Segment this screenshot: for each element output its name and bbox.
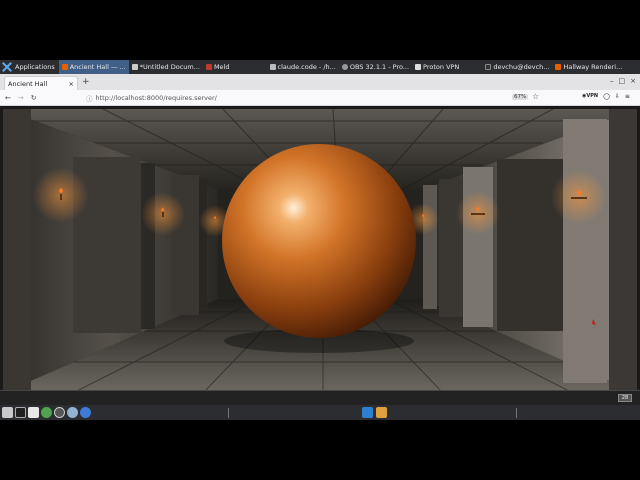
zoom-level-badge[interactable]: 67% — [512, 94, 529, 100]
obs-icon — [341, 64, 348, 70]
task-button-proton-vpn[interactable]: Proton VPN — [412, 60, 462, 74]
close-window-button[interactable]: × — [630, 77, 636, 85]
page-viewport: 28 — [0, 106, 640, 405]
task-label: Proton VPN — [423, 63, 460, 71]
task-label: Hallway Renderi... — [563, 63, 623, 71]
applications-label: Applications — [15, 63, 55, 71]
tab-ancient-hall[interactable]: Ancient Hall × — [4, 76, 78, 90]
forward-arrow-icon[interactable]: → — [18, 94, 24, 102]
back-arrow-icon[interactable]: ← — [5, 94, 11, 102]
task-button-ancient-hall[interactable]: Ancient Hall — ... — [58, 60, 129, 74]
task-label: devchu@devch... — [493, 63, 550, 71]
panel-separator — [228, 408, 229, 418]
hallway-scene — [3, 109, 637, 393]
downloads-icon[interactable]: ⇩ — [615, 93, 620, 100]
page-info-icon[interactable]: ⓘ — [86, 93, 93, 103]
hallway-canvas[interactable] — [3, 109, 637, 393]
window-controls: – □ × — [610, 77, 636, 85]
desktop: Applications Ancient Hall — ... *Untitle… — [0, 0, 640, 480]
minimize-button[interactable]: – — [610, 77, 614, 85]
orange-sphere[interactable] — [222, 144, 416, 338]
tab-close-icon[interactable]: × — [69, 80, 74, 88]
folder-icon[interactable] — [376, 407, 387, 418]
system-panel: Applications Ancient Hall — ... *Untitle… — [0, 60, 640, 74]
task-label: Ancient Hall — ... — [69, 63, 126, 71]
task-button-untitled-document[interactable]: *Untitled Docum... — [129, 60, 203, 74]
new-tab-button[interactable]: + — [82, 76, 90, 90]
task-button-obs[interactable]: OBS 32.1.1 - Pro... — [339, 60, 412, 74]
file-manager-icon[interactable] — [2, 407, 13, 418]
task-button-meld[interactable]: Meld — [203, 60, 233, 74]
firefox-icon — [61, 64, 68, 70]
chrome-icon[interactable] — [41, 407, 52, 418]
network-icon[interactable] — [67, 407, 78, 418]
folder-icon — [269, 64, 276, 70]
vscode-icon[interactable] — [362, 407, 373, 418]
menu-icon[interactable]: ≡ — [625, 93, 630, 100]
url-bar[interactable]: ⓘ http://localhost:8000/requires.server/ — [86, 92, 544, 104]
panel-separator — [516, 408, 517, 418]
page-status-bar: 28 — [0, 390, 640, 405]
bookmark-star-icon[interactable]: ☆ — [532, 92, 539, 101]
applications-menu-button[interactable]: Applications — [0, 60, 59, 74]
task-label: *Untitled Docum... — [139, 63, 200, 71]
account-icon[interactable]: ◯ — [603, 93, 610, 100]
reload-icon[interactable]: ↻ — [31, 94, 37, 102]
firefox-icon — [555, 64, 562, 70]
meld-icon — [205, 64, 212, 70]
obs-icon[interactable] — [54, 407, 65, 418]
terminal-icon[interactable] — [15, 407, 26, 418]
task-button-claude-code[interactable]: claude.code - /h... — [267, 60, 339, 74]
browser-tab-bar: Ancient Hall × + – □ × — [0, 74, 640, 90]
task-label: OBS 32.1.1 - Pro... — [349, 63, 410, 71]
vpn-extension-button[interactable]: ◉VPN — [582, 93, 598, 100]
proton-vpn-icon — [415, 64, 422, 70]
maximize-button[interactable]: □ — [619, 77, 626, 85]
meld-launcher-icon[interactable] — [80, 407, 91, 418]
status-badge[interactable]: 28 — [618, 394, 632, 402]
task-label: claude.code - /h... — [277, 63, 336, 71]
vpn-label: VPN — [586, 93, 599, 99]
text-editor-icon[interactable] — [28, 407, 39, 418]
bottom-panel — [0, 405, 640, 420]
browser-nav-bar: ← → ↻ ⓘ http://localhost:8000/requires.s… — [0, 90, 640, 106]
document-icon — [131, 64, 138, 70]
task-button-hallway-rendering[interactable]: Hallway Renderi... — [552, 60, 625, 74]
task-label: Meld — [213, 63, 230, 71]
terminal-icon — [485, 64, 492, 70]
task-button-terminal[interactable]: devchu@devch... — [482, 60, 552, 74]
xfce-logo-icon — [2, 62, 12, 72]
url-text: http://localhost:8000/requires.server/ — [95, 94, 217, 102]
tab-title: Ancient Hall — [8, 79, 48, 88]
